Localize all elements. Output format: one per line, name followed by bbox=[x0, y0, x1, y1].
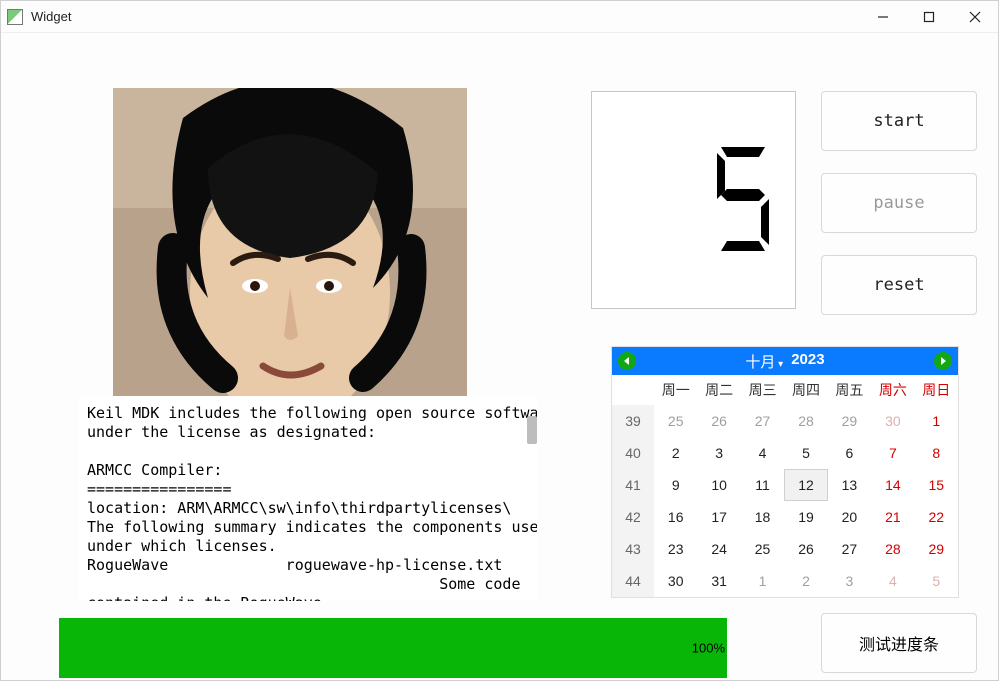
calendar-week-number: 40 bbox=[612, 437, 654, 469]
calendar-day-cell[interactable]: 29 bbox=[915, 533, 958, 565]
calendar-day-header: 周六 bbox=[871, 375, 914, 405]
calendar-day-cell[interactable]: 28 bbox=[871, 533, 914, 565]
calendar-week-header-blank bbox=[612, 375, 654, 405]
calendar-day-cell[interactable]: 17 bbox=[697, 501, 740, 533]
textbox-line bbox=[87, 442, 529, 461]
calendar-week-number: 44 bbox=[612, 565, 654, 597]
textbox-line: ================ bbox=[87, 480, 529, 499]
calendar-day-header: 周日 bbox=[915, 375, 958, 405]
calendar-day-cell[interactable]: 27 bbox=[828, 533, 871, 565]
calendar-day-cell[interactable]: 19 bbox=[784, 501, 827, 533]
control-button-column: start pause reset bbox=[821, 91, 977, 315]
app-icon bbox=[7, 9, 23, 25]
calendar-day-cell[interactable]: 25 bbox=[654, 405, 697, 437]
test-progress-button[interactable]: 测试进度条 bbox=[821, 613, 977, 673]
client-area: Keil MDK includes the following open sou… bbox=[1, 33, 998, 680]
calendar-day-cell[interactable]: 6 bbox=[828, 437, 871, 469]
textbox-line: RogueWave roguewave-hp-license.txt bbox=[87, 556, 529, 575]
calendar-day-cell[interactable]: 11 bbox=[741, 469, 784, 501]
textbox-line: ARMCC Compiler: bbox=[87, 461, 529, 480]
portrait-image bbox=[113, 88, 467, 396]
textbox-line: location: ARM\ARMCC\sw\info\thirdpartyli… bbox=[87, 499, 529, 518]
license-textbox[interactable]: Keil MDK includes the following open sou… bbox=[79, 396, 537, 601]
calendar-week-number: 43 bbox=[612, 533, 654, 565]
textbox-line: The following summary indicates the comp… bbox=[87, 518, 529, 537]
scrollbar-thumb[interactable] bbox=[527, 416, 537, 444]
calendar-day-cell[interactable]: 26 bbox=[784, 533, 827, 565]
calendar-day-header: 周一 bbox=[654, 375, 697, 405]
textbox-line: contained in the RogueWave bbox=[87, 594, 529, 601]
calendar-day-cell[interactable]: 24 bbox=[697, 533, 740, 565]
calendar-day-cell[interactable]: 30 bbox=[654, 565, 697, 597]
textbox-line: under the license as designated: bbox=[87, 423, 529, 442]
calendar-grid: 周一周二周三周四周五周六周日39252627282930140234567841… bbox=[612, 375, 958, 597]
calendar-day-cell[interactable]: 2 bbox=[654, 437, 697, 469]
textbox-line: Some code bbox=[87, 575, 529, 594]
calendar-day-header: 周三 bbox=[741, 375, 784, 405]
calendar-month-label[interactable]: 十月 bbox=[745, 351, 783, 372]
calendar-widget[interactable]: 十月 2023 周一周二周三周四周五周六周日392526272829301402… bbox=[611, 346, 959, 598]
calendar-header: 十月 2023 bbox=[612, 347, 958, 375]
minimize-button[interactable] bbox=[860, 2, 906, 32]
calendar-year-label[interactable]: 2023 bbox=[791, 351, 824, 372]
calendar-day-cell[interactable]: 3 bbox=[828, 565, 871, 597]
progress-bar: 100% bbox=[59, 618, 727, 678]
calendar-day-cell[interactable]: 4 bbox=[871, 565, 914, 597]
calendar-day-cell[interactable]: 30 bbox=[871, 405, 914, 437]
calendar-day-cell[interactable]: 9 bbox=[654, 469, 697, 501]
calendar-day-cell[interactable]: 7 bbox=[871, 437, 914, 469]
calendar-day-cell[interactable]: 1 bbox=[915, 405, 958, 437]
textbox-line: under which licenses. bbox=[87, 537, 529, 556]
titlebar: Widget bbox=[1, 1, 998, 33]
calendar-day-cell[interactable]: 8 bbox=[915, 437, 958, 469]
calendar-day-cell[interactable]: 25 bbox=[741, 533, 784, 565]
calendar-day-cell[interactable]: 2 bbox=[784, 565, 827, 597]
calendar-day-header: 周四 bbox=[784, 375, 827, 405]
calendar-day-cell[interactable]: 20 bbox=[828, 501, 871, 533]
calendar-day-cell[interactable]: 3 bbox=[697, 437, 740, 469]
calendar-day-cell[interactable]: 1 bbox=[741, 565, 784, 597]
calendar-next-button[interactable] bbox=[934, 352, 952, 370]
calendar-day-cell[interactable]: 23 bbox=[654, 533, 697, 565]
calendar-day-cell[interactable]: 15 bbox=[915, 469, 958, 501]
calendar-day-cell[interactable]: 10 bbox=[697, 469, 740, 501]
calendar-day-cell[interactable]: 5 bbox=[784, 437, 827, 469]
calendar-day-header: 周二 bbox=[697, 375, 740, 405]
calendar-day-cell[interactable]: 27 bbox=[741, 405, 784, 437]
calendar-day-cell[interactable]: 31 bbox=[697, 565, 740, 597]
digit-glyph bbox=[713, 145, 773, 255]
calendar-day-cell[interactable]: 21 bbox=[871, 501, 914, 533]
calendar-week-number: 41 bbox=[612, 469, 654, 501]
textbox-line: Keil MDK includes the following open sou… bbox=[87, 404, 529, 423]
calendar-prev-button[interactable] bbox=[618, 352, 636, 370]
calendar-day-cell[interactable]: 13 bbox=[828, 469, 871, 501]
start-button[interactable]: start bbox=[821, 91, 977, 151]
pause-button[interactable]: pause bbox=[821, 173, 977, 233]
calendar-day-cell[interactable]: 14 bbox=[871, 469, 914, 501]
calendar-week-number: 42 bbox=[612, 501, 654, 533]
calendar-day-cell[interactable]: 18 bbox=[741, 501, 784, 533]
window-frame: Widget bbox=[0, 0, 999, 681]
calendar-week-number: 39 bbox=[612, 405, 654, 437]
calendar-day-cell[interactable]: 22 bbox=[915, 501, 958, 533]
calendar-day-header: 周五 bbox=[828, 375, 871, 405]
window-title: Widget bbox=[31, 9, 71, 24]
calendar-day-cell[interactable]: 16 bbox=[654, 501, 697, 533]
calendar-day-cell[interactable]: 29 bbox=[828, 405, 871, 437]
progress-percent-label: 100% bbox=[692, 641, 725, 656]
calendar-day-cell[interactable]: 26 bbox=[697, 405, 740, 437]
maximize-button[interactable] bbox=[906, 2, 952, 32]
calendar-day-cell[interactable]: 5 bbox=[915, 565, 958, 597]
calendar-day-cell[interactable]: 28 bbox=[784, 405, 827, 437]
close-button[interactable] bbox=[952, 2, 998, 32]
reset-button[interactable]: reset bbox=[821, 255, 977, 315]
lcd-display bbox=[591, 91, 796, 309]
calendar-day-cell[interactable]: 12 bbox=[784, 469, 827, 501]
calendar-day-cell[interactable]: 4 bbox=[741, 437, 784, 469]
